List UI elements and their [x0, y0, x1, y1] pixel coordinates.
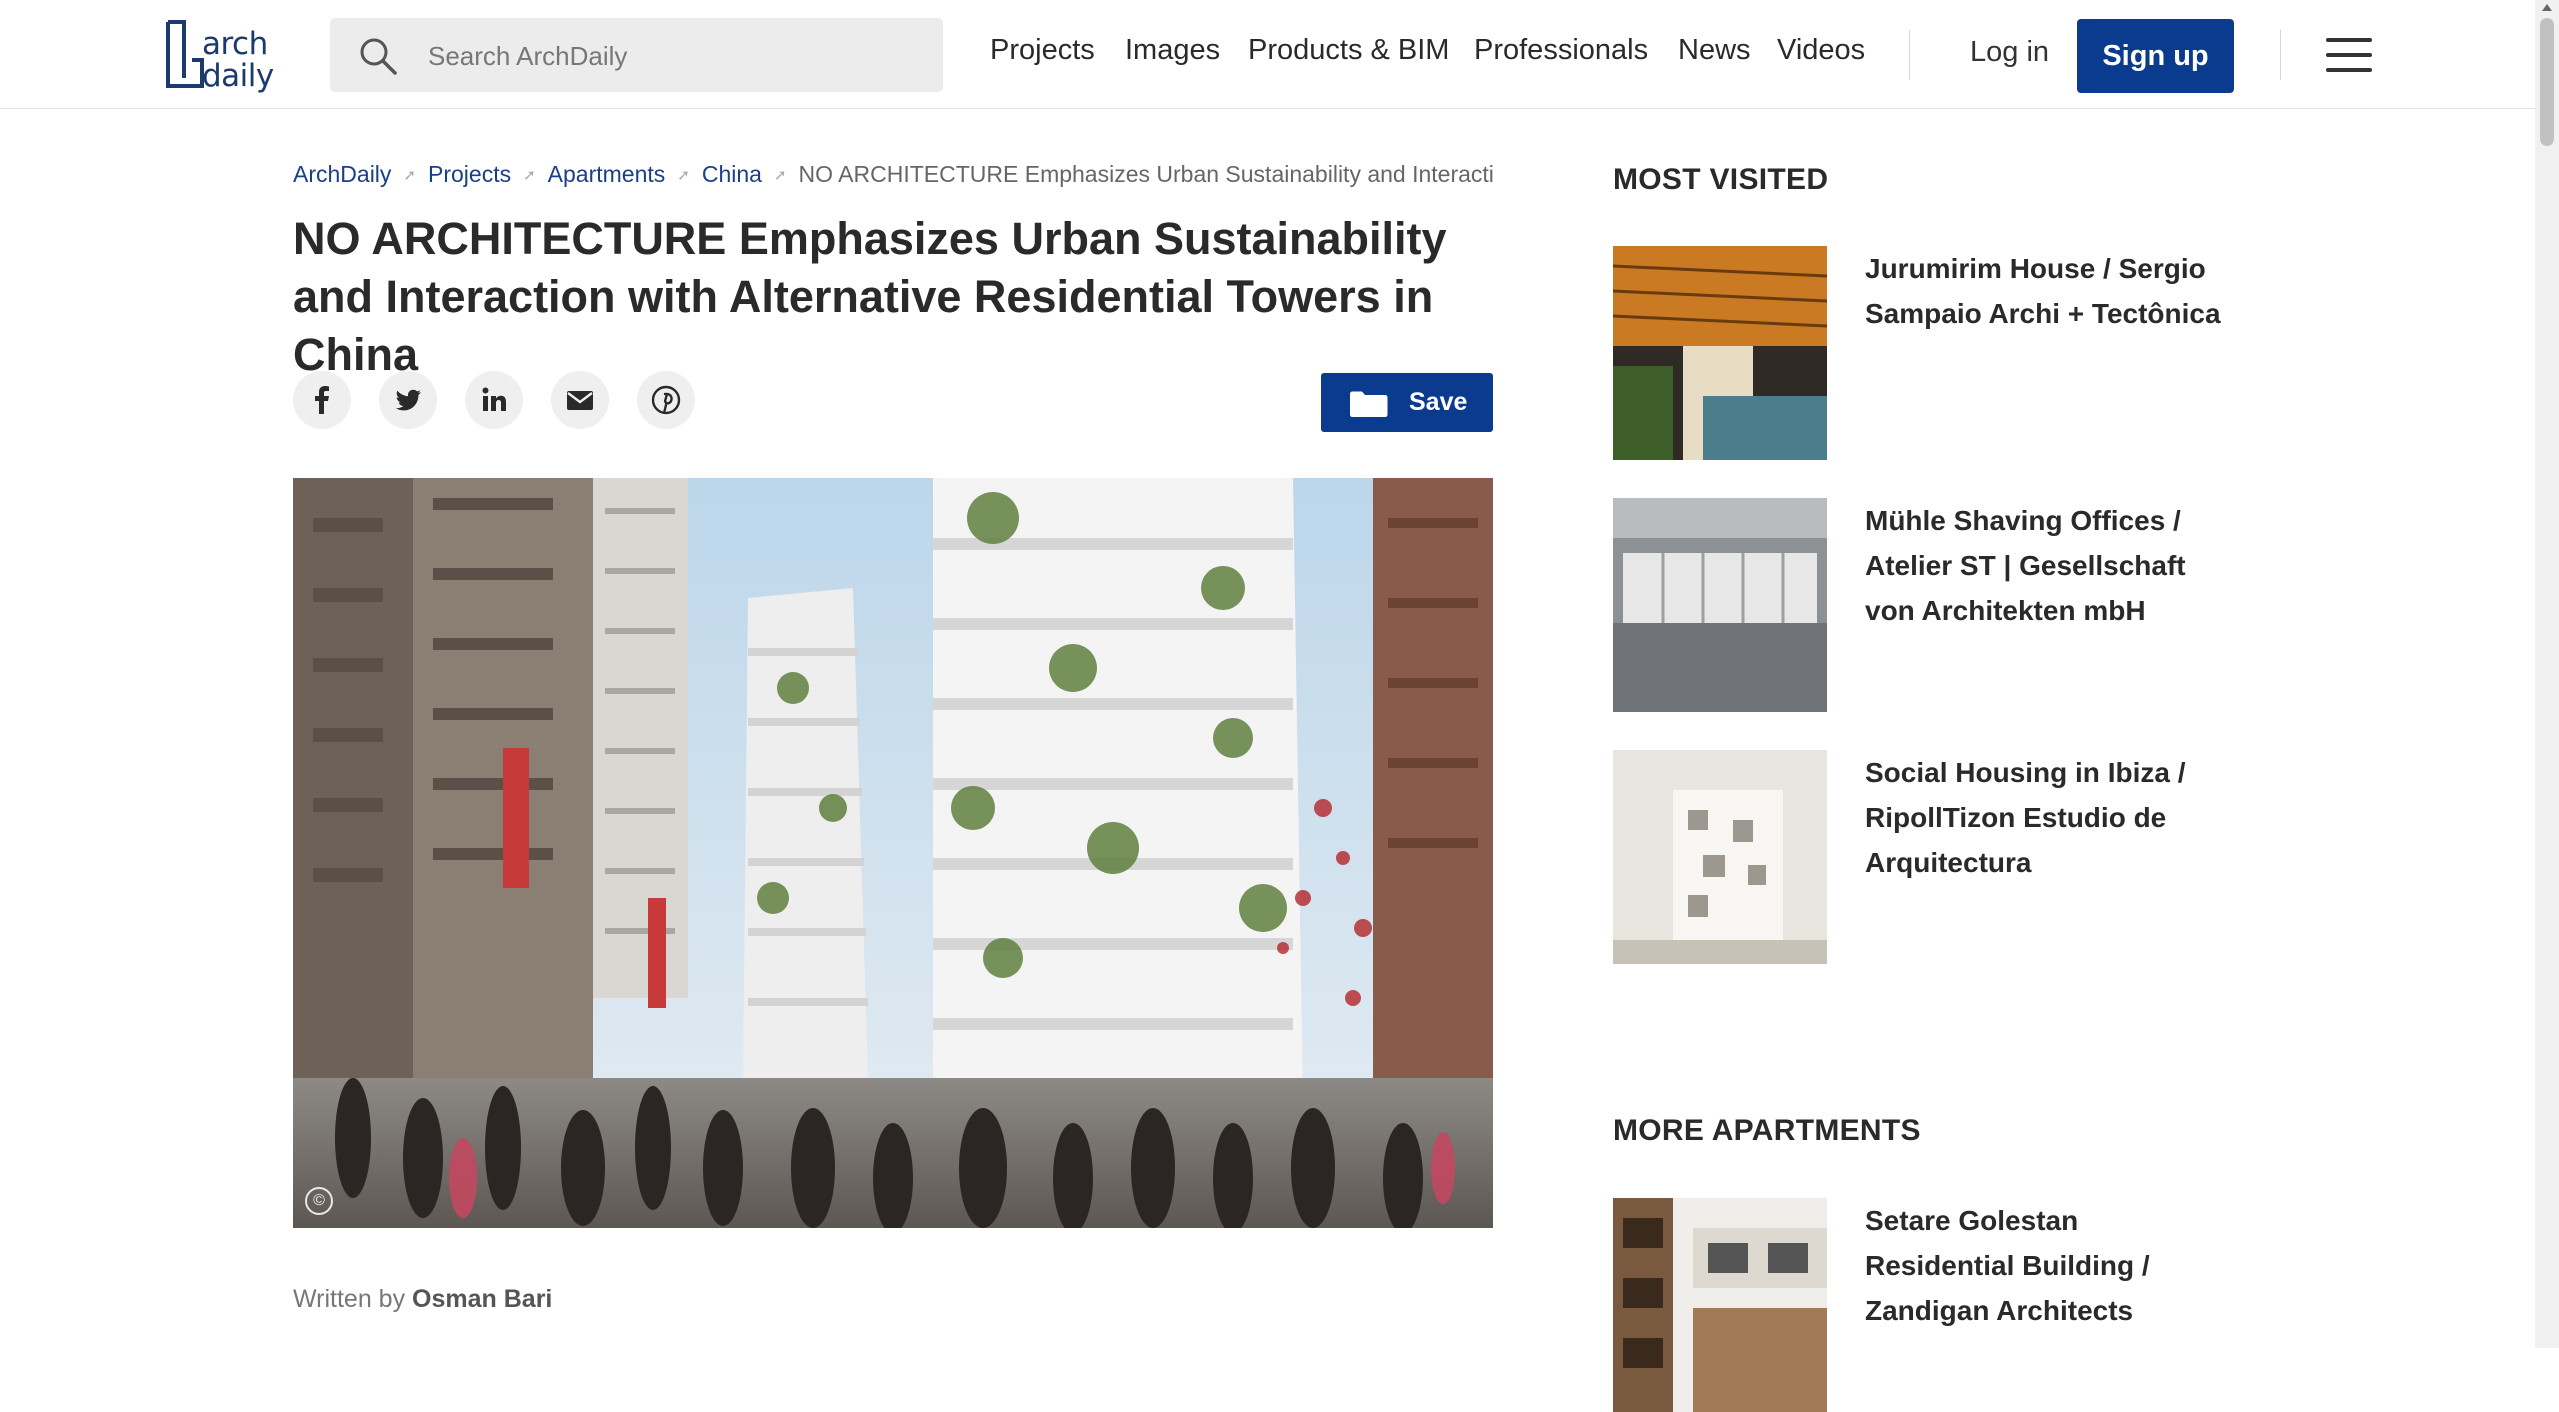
breadcrumb-separator-icon: ➚	[677, 167, 690, 184]
breadcrumb-archdaily[interactable]: ArchDaily	[293, 161, 391, 187]
thumbnail-image[interactable]	[1613, 750, 1827, 964]
scrollbar-thumb[interactable]	[2540, 18, 2554, 146]
nav-professionals[interactable]: Professionals	[1474, 34, 1648, 67]
most-visited-item[interactable]: Jurumirim House / Sergio Sampaio Archi +…	[1613, 246, 2233, 460]
site-header: arch daily Projects Images Products & BI…	[0, 0, 2535, 109]
logo-text-daily: daily	[202, 58, 274, 94]
email-icon[interactable]	[551, 371, 609, 429]
nav-divider	[2280, 30, 2281, 80]
article-title: NO ARCHITECTURE Emphasizes Urban Sustain…	[293, 213, 1447, 380]
search-box[interactable]	[330, 18, 943, 94]
breadcrumb: ArchDaily ➚ Projects ➚ Apartments ➚ China ➚ NO A…	[293, 161, 1493, 195]
breadcrumb-separator-icon: ➚	[403, 167, 416, 184]
nav-products-bim[interactable]: Products & BIM	[1248, 34, 1449, 67]
more-apartments-item[interactable]: Setare Golestan Residential Building / Z…	[1613, 1198, 2233, 1412]
byline: Written by Osman Bari	[293, 1285, 552, 1314]
most-visited-heading: MOST VISITED	[1613, 163, 1829, 196]
nav-images[interactable]: Images	[1125, 34, 1220, 67]
most-visited-item[interactable]: Social Housing in Ibiza / RipollTizon Es…	[1613, 750, 2233, 964]
nav-projects[interactable]: Projects	[990, 34, 1095, 67]
nav-divider	[1909, 30, 1910, 80]
copyright-icon[interactable]: ©	[305, 1187, 333, 1215]
most-visited-item[interactable]: Mühle Shaving Offices / Atelier ST | Ges…	[1613, 498, 2233, 712]
linkedin-icon[interactable]	[465, 371, 523, 429]
breadcrumb-current: NO ARCHITECTURE Emphasizes Urban Sustain…	[798, 161, 1493, 187]
search-input[interactable]	[426, 18, 920, 94]
breadcrumb-china[interactable]: China	[702, 161, 762, 187]
thumbnail-image[interactable]	[1613, 246, 1827, 460]
nav-news[interactable]: News	[1678, 34, 1751, 67]
save-button-label: Save	[1409, 388, 1468, 416]
facebook-icon[interactable]	[293, 371, 351, 429]
most-visited-title[interactable]: Mühle Shaving Offices / Atelier ST | Ges…	[1865, 498, 2235, 633]
author-link[interactable]: Osman Bari	[412, 1285, 552, 1313]
scroll-up-arrow-icon[interactable]	[2542, 4, 2552, 11]
thumbnail-image[interactable]	[1613, 1198, 1827, 1412]
logo-text-arch: arch	[202, 26, 268, 62]
breadcrumb-projects[interactable]: Projects	[428, 161, 511, 187]
search-icon[interactable]	[358, 36, 398, 76]
thumbnail-image[interactable]	[1613, 498, 1827, 712]
folder-icon	[1350, 391, 1388, 417]
save-button[interactable]: Save	[1321, 373, 1493, 432]
breadcrumb-separator-icon: ➚	[523, 167, 536, 184]
twitter-icon[interactable]	[379, 371, 437, 429]
most-visited-title[interactable]: Jurumirim House / Sergio Sampaio Archi +…	[1865, 246, 2235, 336]
hero-image[interactable]	[293, 478, 1493, 1228]
login-link[interactable]: Log in	[1970, 36, 2049, 69]
nav-videos[interactable]: Videos	[1777, 34, 1865, 67]
archdaily-logo[interactable]: arch daily	[162, 18, 288, 94]
breadcrumb-separator-icon: ➚	[773, 167, 787, 184]
hamburger-menu-icon[interactable]	[2326, 38, 2372, 72]
pinterest-icon[interactable]	[637, 371, 695, 429]
signup-button[interactable]: Sign up	[2077, 19, 2234, 93]
byline-label: Written by	[293, 1285, 406, 1313]
more-apartments-title[interactable]: Setare Golestan Residential Building / Z…	[1865, 1198, 2235, 1333]
most-visited-title[interactable]: Social Housing in Ibiza / RipollTizon Es…	[1865, 750, 2235, 885]
logo-building-icon	[166, 20, 204, 88]
page-scrollbar[interactable]	[2535, 0, 2559, 1348]
breadcrumb-apartments[interactable]: Apartments	[548, 161, 666, 187]
more-apartments-heading: MORE APARTMENTS	[1613, 1114, 1921, 1147]
